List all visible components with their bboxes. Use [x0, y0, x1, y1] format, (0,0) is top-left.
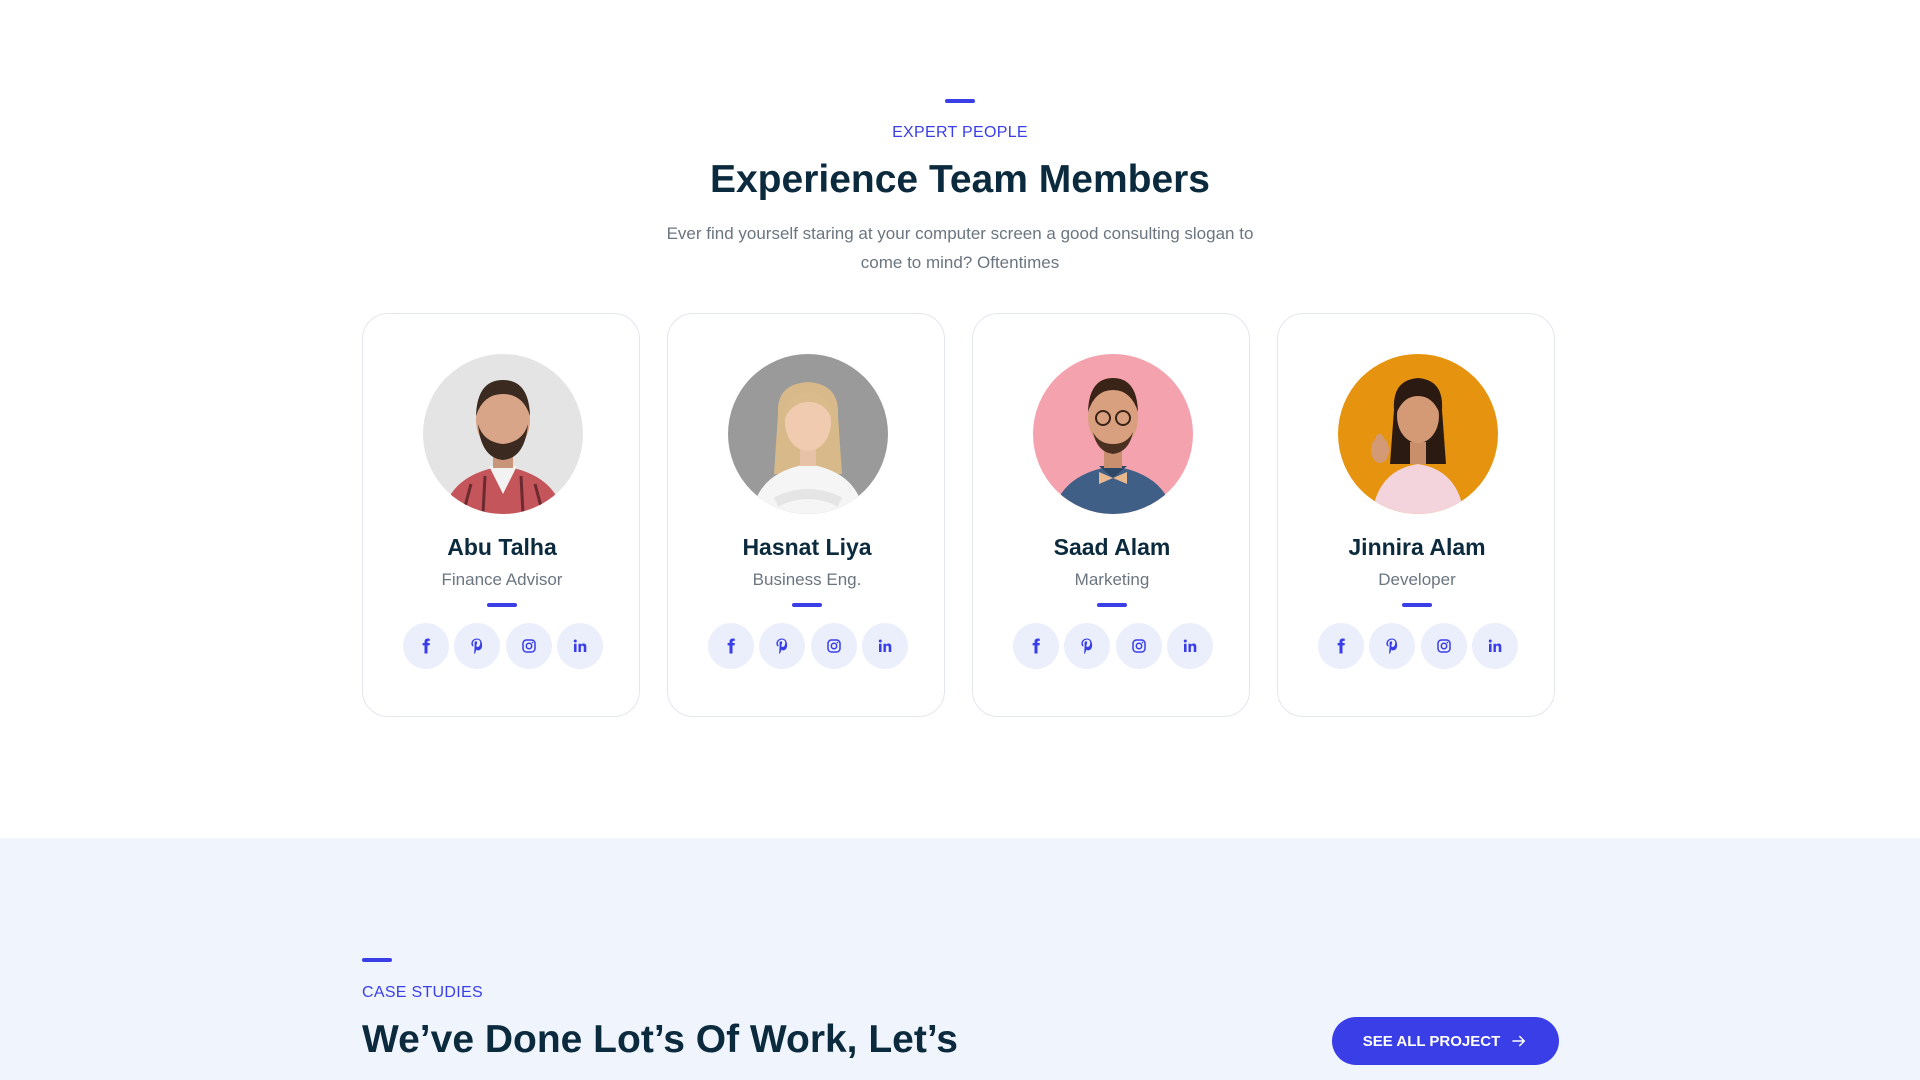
- pinterest-icon[interactable]: [1064, 623, 1111, 669]
- member-accent-line: [487, 603, 517, 607]
- pinterest-icon[interactable]: [1369, 623, 1416, 669]
- member-name: Saad Alam: [1053, 534, 1171, 560]
- member-role: Marketing: [1074, 570, 1150, 589]
- member-accent-line: [1097, 603, 1127, 607]
- member-role: Developer: [1378, 570, 1456, 589]
- member-name: Jinnira Alam: [1348, 534, 1486, 560]
- avatar: [728, 354, 888, 514]
- avatar: [1338, 354, 1498, 514]
- member-role: Business Eng.: [752, 570, 862, 589]
- team-title: Experience Team Members: [709, 158, 1210, 201]
- avatar: [423, 354, 583, 514]
- cases-title: We’ve Done Lot’s Of Work, Let’s: [362, 1018, 958, 1061]
- member-accent-line: [792, 603, 822, 607]
- facebook-icon[interactable]: [708, 623, 754, 669]
- team-section: EXPERT PEOPLE Experience Team Members Ev…: [0, 0, 1920, 838]
- social-links: [708, 623, 908, 669]
- pinterest-icon[interactable]: [759, 623, 806, 669]
- linkedin-icon[interactable]: [1471, 623, 1518, 669]
- facebook-icon[interactable]: [1318, 623, 1364, 669]
- facebook-icon[interactable]: [1013, 623, 1059, 669]
- section-accent-line: [945, 99, 975, 103]
- instagram-icon[interactable]: [1115, 623, 1162, 669]
- instagram-icon[interactable]: [505, 623, 552, 669]
- see-all-project-label: SEE ALL PROJECT: [1362, 1032, 1501, 1050]
- cases-eyebrow: CASE STUDIES: [362, 984, 483, 1001]
- linkedin-icon[interactable]: [556, 623, 603, 669]
- team-eyebrow: EXPERT PEOPLE: [892, 124, 1028, 141]
- team-card: Saad Alam Marketing: [972, 313, 1250, 717]
- facebook-icon[interactable]: [403, 623, 449, 669]
- member-name: Hasnat Liya: [742, 534, 872, 560]
- team-card: Abu Talha Finance Advisor: [362, 313, 640, 717]
- team-card: Hasnat Liya Business Eng.: [667, 313, 945, 717]
- linkedin-icon[interactable]: [861, 623, 908, 669]
- case-studies-section: CASE STUDIES We’ve Done Lot’s Of Work, L…: [0, 838, 1920, 1080]
- member-name: Abu Talha: [447, 534, 557, 560]
- social-links: [403, 623, 603, 669]
- pinterest-icon[interactable]: [454, 623, 501, 669]
- instagram-icon[interactable]: [810, 623, 857, 669]
- team-subtitle: Ever find yourself staring at your compu…: [666, 224, 1254, 272]
- social-links: [1013, 623, 1213, 669]
- arrow-right-icon: [1512, 1035, 1526, 1047]
- linkedin-icon[interactable]: [1166, 623, 1213, 669]
- section-accent-line: [362, 958, 392, 962]
- instagram-icon[interactable]: [1420, 623, 1467, 669]
- member-accent-line: [1402, 603, 1432, 607]
- see-all-project-button[interactable]: SEE ALL PROJECT: [1332, 1017, 1559, 1065]
- avatar: [1033, 354, 1193, 514]
- team-card: Jinnira Alam Developer: [1277, 313, 1555, 717]
- member-role: Finance Advisor: [441, 570, 563, 589]
- social-links: [1318, 623, 1518, 669]
